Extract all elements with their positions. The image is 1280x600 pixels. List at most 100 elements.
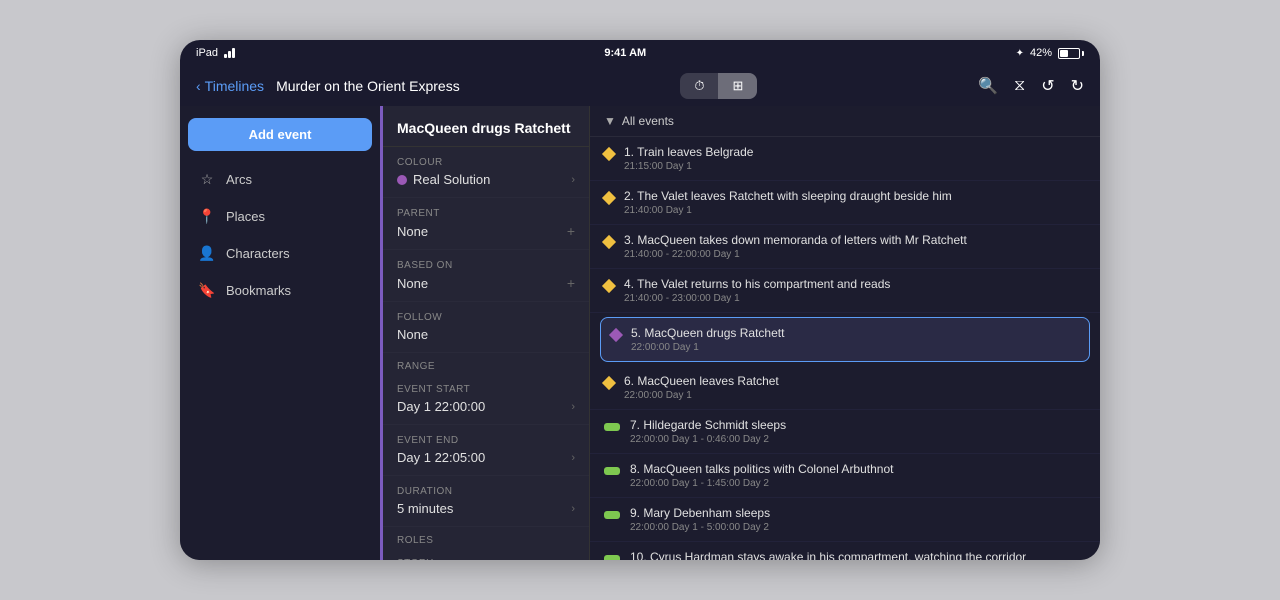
event-diamond-icon (604, 374, 614, 393)
detail-title: MacQueen drugs Ratchett (383, 106, 589, 147)
event-content: 10. Cyrus Hardman stays awake in his com… (630, 550, 1086, 560)
back-label: Timelines (205, 78, 264, 94)
wifi-icon (224, 48, 235, 58)
timeline-panel: ▼ All events 1. Train leaves Belgrade 21… (590, 106, 1100, 560)
duration-chevron-icon: › (571, 503, 575, 515)
all-events-label: All events (622, 114, 674, 128)
places-icon: 📍 (198, 208, 216, 225)
nav-actions: 🔍 ⧖ ↺ ↻ (978, 76, 1084, 96)
duration-value: 5 minutes (397, 501, 453, 516)
colour-label: Colour (397, 157, 575, 168)
timeline-event[interactable]: 1. Train leaves Belgrade 21:15:00 Day 1 (590, 137, 1100, 181)
event-title: 8. MacQueen talks politics with Colonel … (630, 462, 1086, 476)
event-title: 7. Hildegarde Schmidt sleeps (630, 418, 1086, 432)
timeline-event[interactable]: 3. MacQueen takes down memoranda of lett… (590, 225, 1100, 269)
collapse-icon[interactable]: ▼ (604, 114, 616, 128)
story-label: Story (397, 558, 575, 560)
based-on-add-icon[interactable]: + (567, 275, 575, 291)
detail-panel: MacQueen drugs Ratchett Colour Real Solu… (380, 106, 590, 560)
colour-chevron-icon: › (571, 174, 575, 186)
sidebar-label-arcs: Arcs (226, 172, 252, 187)
event-diamond-icon (611, 326, 621, 345)
timeline-event[interactable]: 9. Mary Debenham sleeps 22:00:00 Day 1 -… (590, 498, 1100, 542)
search-icon[interactable]: 🔍 (978, 76, 998, 96)
back-button[interactable]: ‹ Timelines (196, 78, 264, 94)
filter-icon[interactable]: ⧖ (1014, 77, 1025, 95)
timeline-event[interactable]: 7. Hildegarde Schmidt sleeps 22:00:00 Da… (590, 410, 1100, 454)
event-content: 4. The Valet returns to his compartment … (624, 277, 1086, 304)
event-content: 9. Mary Debenham sleeps 22:00:00 Day 1 -… (630, 506, 1086, 533)
grid-view-button[interactable]: ⊞ (718, 73, 757, 99)
story-section: Story Investigation + (383, 548, 589, 560)
sidebar-label-places: Places (226, 209, 265, 224)
status-left: iPad (196, 47, 235, 59)
event-start-section: Event start Day 1 22:00:00 › (383, 374, 589, 425)
event-start-value-row[interactable]: Day 1 22:00:00 › (397, 399, 575, 414)
event-end-label: Event end (397, 435, 575, 446)
sidebar-label-bookmarks: Bookmarks (226, 283, 291, 298)
colour-section: Colour Real Solution › (383, 147, 589, 198)
timeline-event[interactable]: 4. The Valet returns to his compartment … (590, 269, 1100, 313)
sidebar-item-characters[interactable]: 👤 Characters (188, 237, 372, 270)
parent-label: Parent (397, 208, 575, 219)
event-end-chevron-icon: › (571, 452, 575, 464)
device-model: iPad (196, 47, 218, 59)
event-diamond-icon (604, 189, 614, 208)
based-on-value-row[interactable]: None + (397, 275, 575, 291)
event-title: 2. The Valet leaves Ratchett with sleepi… (624, 189, 1086, 203)
event-time: 22:00:00 Day 1 (631, 342, 1079, 353)
timeline-view-button[interactable]: ⏱ (680, 73, 718, 99)
colour-value-row[interactable]: Real Solution › (397, 172, 575, 187)
timeline-event[interactable]: 10. Cyrus Hardman stays awake in his com… (590, 542, 1100, 560)
event-time: 21:40:00 - 23:00:00 Day 1 (624, 293, 1086, 304)
duration-label: Duration (397, 486, 575, 497)
bluetooth-icon: ✦ (1016, 48, 1024, 59)
event-end-value-row[interactable]: Day 1 22:05:00 › (397, 450, 575, 465)
sidebar-item-bookmarks[interactable]: 🔖 Bookmarks (188, 274, 372, 307)
parent-value-row[interactable]: None + (397, 223, 575, 239)
event-time: 21:40:00 - 22:00:00 Day 1 (624, 249, 1086, 260)
bookmarks-icon: 🔖 (198, 282, 216, 299)
duration-value-row[interactable]: 5 minutes › (397, 501, 575, 516)
sidebar-item-places[interactable]: 📍 Places (188, 200, 372, 233)
undo-icon[interactable]: ↺ (1041, 76, 1054, 96)
parent-section: Parent None + (383, 198, 589, 250)
event-bar-icon (604, 462, 620, 480)
event-title: 6. MacQueen leaves Ratchet (624, 374, 1086, 388)
based-on-section: Based on None + (383, 250, 589, 302)
timeline-event[interactable]: 8. MacQueen talks politics with Colonel … (590, 454, 1100, 498)
event-title: 10. Cyrus Hardman stays awake in his com… (630, 550, 1086, 560)
event-time: 22:00:00 Day 1 - 5:00:00 Day 2 (630, 522, 1086, 533)
redo-icon[interactable]: ↻ (1071, 76, 1084, 96)
event-diamond-icon (604, 145, 614, 164)
event-end-value: Day 1 22:05:00 (397, 450, 485, 465)
status-right: ✦ 42% (1016, 47, 1084, 59)
event-content: 3. MacQueen takes down memoranda of lett… (624, 233, 1086, 260)
add-event-button[interactable]: Add event (188, 118, 372, 151)
parent-add-icon[interactable]: + (567, 223, 575, 239)
follow-label: Follow (397, 312, 575, 323)
navigation-bar: ‹ Timelines Murder on the Orient Express… (180, 66, 1100, 106)
event-content: 6. MacQueen leaves Ratchet 22:00:00 Day … (624, 374, 1086, 401)
selected-timeline-event[interactable]: 5. MacQueen drugs Ratchett 22:00:00 Day … (600, 317, 1090, 362)
event-bar-icon (604, 550, 620, 560)
timeline-event[interactable]: 2. The Valet leaves Ratchett with sleepi… (590, 181, 1100, 225)
battery-indicator (1058, 48, 1084, 59)
characters-icon: 👤 (198, 245, 216, 262)
sidebar-item-arcs[interactable]: ☆ Arcs (188, 163, 372, 196)
event-content: 1. Train leaves Belgrade 21:15:00 Day 1 (624, 145, 1086, 172)
follow-section: Follow None (383, 302, 589, 353)
roles-section-label: ROLES (383, 527, 589, 548)
event-content: 8. MacQueen talks politics with Colonel … (630, 462, 1086, 489)
timeline-event[interactable]: 6. MacQueen leaves Ratchet 22:00:00 Day … (590, 366, 1100, 410)
status-time: 9:41 AM (604, 47, 646, 59)
event-time: 22:00:00 Day 1 - 1:45:00 Day 2 (630, 478, 1086, 489)
event-diamond-icon (604, 233, 614, 252)
page-title: Murder on the Orient Express (276, 78, 460, 94)
back-chevron-icon: ‹ (196, 78, 201, 94)
event-bar-icon (604, 418, 620, 436)
app-body: Add event ☆ Arcs 📍 Places 👤 Characters 🔖… (180, 106, 1100, 560)
timeline-header: ▼ All events (590, 106, 1100, 137)
event-title: 1. Train leaves Belgrade (624, 145, 1086, 159)
event-title: 3. MacQueen takes down memoranda of lett… (624, 233, 1086, 247)
